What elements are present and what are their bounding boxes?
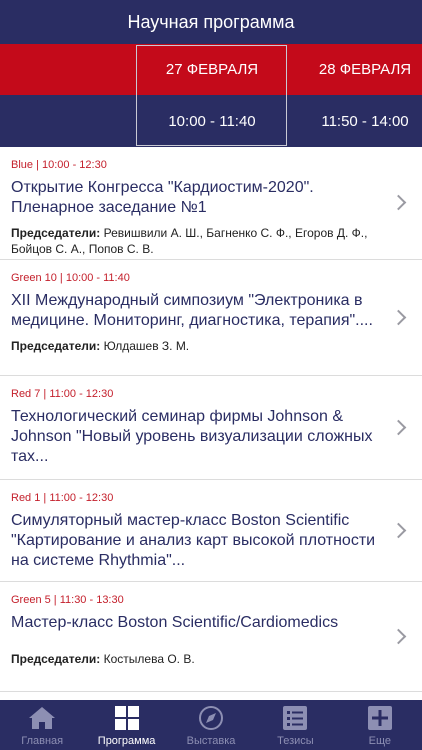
session-item[interactable]: Red 7 | 11:00 - 12:30 Технологический се…	[0, 376, 422, 480]
chevron-right-icon	[390, 522, 407, 538]
session-title: XII Международный симпозиум "Электроника…	[11, 292, 373, 329]
date-tab-27-feb[interactable]: 27 ФЕВРАЛЯ	[137, 44, 287, 95]
tab-label: Главная	[21, 735, 64, 747]
tab-bar: Главная Программа Выставка Тезисы Еще	[0, 700, 422, 750]
tab-label: Тезисы	[277, 735, 314, 747]
page-title: Научная программа	[127, 11, 295, 32]
tab-label: Программа	[97, 735, 156, 747]
session-meta: Green 5 | 11:30 - 13:30	[11, 594, 124, 606]
session-title: Мастер-класс Boston Scientific/Cardiomed…	[11, 614, 339, 631]
session-list: Blue | 10:00 - 12:30 Открытие Конгресса …	[0, 147, 422, 692]
date-selector: 27 ФЕВРАЛЯ 28 ФЕВРАЛЯ	[0, 44, 422, 95]
chairs-label: Председатели:	[11, 226, 101, 240]
session-meta: Blue | 10:00 - 12:30	[11, 159, 107, 171]
session-item[interactable]: Green 5 | 11:30 - 13:30 Мастер-класс Bos…	[0, 582, 422, 692]
plus-icon	[367, 706, 392, 730]
session-meta: Red 7 | 11:00 - 12:30	[11, 388, 114, 400]
tab-label: Выставка	[186, 735, 236, 747]
session-title: Открытие Конгресса "Кардиостим-2020". Пл…	[11, 179, 314, 216]
chairs-label: Председатели:	[11, 339, 101, 353]
session-item[interactable]: Green 10 | 10:00 - 11:40 XII Международн…	[0, 260, 422, 376]
tab-more[interactable]: Еще	[338, 700, 422, 750]
date-tab-28-feb[interactable]: 28 ФЕВРАЛЯ	[290, 44, 422, 95]
time-tab-1150[interactable]: 11:50 - 14:00	[290, 95, 422, 147]
session-item[interactable]: Red 1 | 11:00 - 12:30 Симуляторный масте…	[0, 480, 422, 582]
nav-bar: Научная программа	[0, 0, 422, 44]
grid-icon	[114, 706, 139, 730]
list-icon	[283, 706, 308, 730]
session-meta: Red 1 | 11:00 - 12:30	[11, 492, 114, 504]
tab-exhibition[interactable]: Выставка	[169, 700, 253, 750]
tab-home[interactable]: Главная	[0, 700, 84, 750]
session-chairs: Председатели: Ревишвили А. Ш., Багненко …	[11, 225, 382, 257]
time-selector: 10:00 - 11:40 11:50 - 14:00	[0, 95, 422, 147]
chairs-names: Костылева О. В.	[103, 652, 195, 666]
tab-program[interactable]: Программа	[84, 700, 168, 750]
session-meta: Green 10 | 10:00 - 11:40	[11, 272, 130, 284]
session-item[interactable]: Blue | 10:00 - 12:30 Открытие Конгресса …	[0, 147, 422, 260]
session-title: Технологический семинар фирмы Johnson & …	[11, 408, 373, 465]
chairs-label: Председатели:	[11, 652, 101, 666]
chevron-right-icon	[390, 419, 407, 435]
tab-abstracts[interactable]: Тезисы	[253, 700, 337, 750]
time-tab-1000[interactable]: 10:00 - 11:40	[137, 95, 287, 147]
chevron-right-icon	[390, 194, 407, 211]
chevron-right-icon	[390, 309, 407, 325]
chairs-names: Юлдашев З. М.	[103, 339, 190, 353]
session-chairs: Председатели: Юлдашев З. М.	[11, 338, 382, 354]
session-title: Симуляторный мастер-класс Boston Scienti…	[11, 512, 376, 569]
home-icon	[29, 707, 56, 729]
compass-icon	[199, 706, 224, 730]
tab-label: Еще	[368, 735, 392, 747]
session-chairs: Председатели: Костылева О. В.	[11, 651, 382, 667]
chevron-right-icon	[390, 628, 407, 644]
